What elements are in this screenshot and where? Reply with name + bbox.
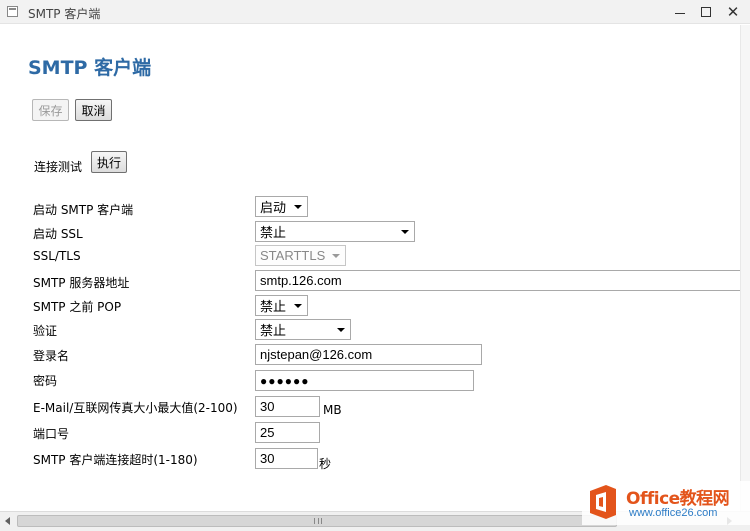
max-size-input[interactable]: 30 <box>255 396 320 417</box>
app-window-icon <box>7 6 18 17</box>
chevron-down-icon <box>294 304 302 308</box>
enable-smtp-select[interactable]: 启动 <box>255 196 308 217</box>
login-name-label: 登录名 <box>33 349 70 363</box>
smtp-server-label: SMTP 服务器地址 <box>33 276 130 290</box>
main-content: SMTP 客户端 保存 取消 连接测试 执行 启动 SMTP 客户端 启动 启动… <box>0 25 740 511</box>
pop-before-smtp-label: SMTP 之前 POP <box>33 300 122 314</box>
page-title: SMTP 客户端 <box>28 57 152 79</box>
enable-ssl-select[interactable]: 禁止 <box>255 221 415 242</box>
scroll-left-icon[interactable] <box>5 517 10 525</box>
chevron-down-icon <box>332 254 340 258</box>
watermark-brand: Office教程网 <box>626 489 730 509</box>
max-size-unit: MB <box>323 403 342 417</box>
auth-select[interactable]: 禁止 <box>255 319 351 340</box>
chevron-down-icon <box>337 328 345 332</box>
cancel-button[interactable]: 取消 <box>75 99 112 121</box>
ssl-tls-select[interactable]: STARTTLS <box>255 245 346 266</box>
enable-ssl-value: 禁止 <box>260 225 287 240</box>
ssl-tls-value: STARTTLS <box>260 248 326 263</box>
port-label: 端口号 <box>33 427 70 441</box>
auth-label: 验证 <box>33 324 58 338</box>
password-input[interactable]: ●●●●●● <box>255 370 474 391</box>
timeout-unit: 秒 <box>319 457 332 471</box>
window-titlebar: SMTP 客户端 ✕ <box>0 0 750 24</box>
grip-icon <box>314 518 322 524</box>
enable-smtp-value: 启动 <box>260 200 287 215</box>
enable-smtp-label: 启动 SMTP 客户端 <box>33 203 134 217</box>
smtp-server-input[interactable]: smtp.126.com <box>255 270 740 291</box>
watermark-url: www.office26.com <box>629 507 718 519</box>
auth-value: 禁止 <box>260 323 287 338</box>
chevron-down-icon <box>294 205 302 209</box>
office-logo-icon <box>590 485 616 519</box>
enable-ssl-label: 启动 SSL <box>33 227 83 241</box>
pop-before-smtp-select[interactable]: 禁止 <box>255 295 308 316</box>
chevron-down-icon <box>401 230 409 234</box>
password-label: 密码 <box>33 374 58 388</box>
vertical-scrollbar[interactable] <box>740 25 750 511</box>
close-icon: ✕ <box>726 3 740 21</box>
login-name-input[interactable]: njstepan@126.com <box>255 344 482 365</box>
run-test-button[interactable]: 执行 <box>91 151 127 173</box>
save-button[interactable]: 保存 <box>32 99 69 121</box>
max-size-label: E-Mail/互联网传真大小最大值(2-100) <box>33 401 238 415</box>
window-title: SMTP 客户端 <box>28 7 101 21</box>
maximize-icon <box>701 7 711 17</box>
connection-test-label: 连接测试 <box>34 160 83 174</box>
minimize-icon <box>675 12 685 14</box>
pop-before-smtp-value: 禁止 <box>260 299 287 314</box>
ssl-tls-label: SSL/TLS <box>33 249 81 263</box>
close-button[interactable]: ✕ <box>718 0 748 24</box>
maximize-button[interactable] <box>691 0 721 24</box>
office26-watermark: Office教程网 www.office26.com <box>582 481 750 525</box>
port-input[interactable]: 25 <box>255 422 320 443</box>
timeout-label: SMTP 客户端连接超时(1-180) <box>33 453 198 467</box>
scrollbar-thumb[interactable] <box>17 515 617 527</box>
timeout-input[interactable]: 30 <box>255 448 318 469</box>
